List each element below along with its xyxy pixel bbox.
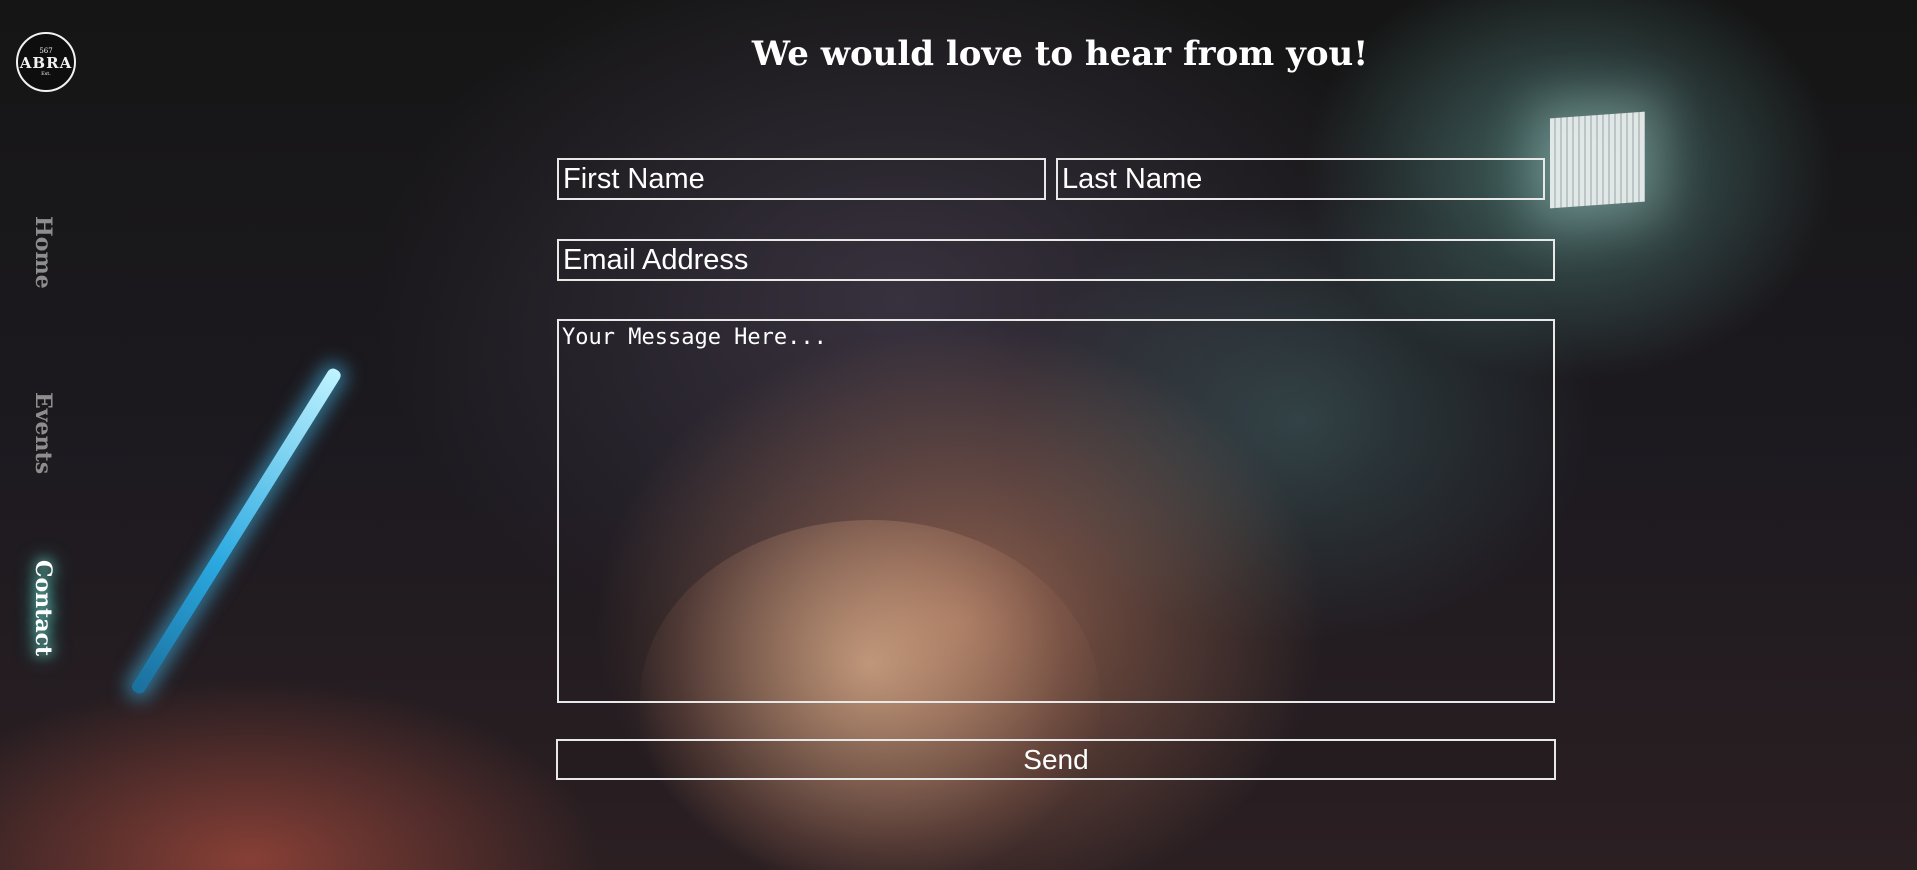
page-title: We would love to hear from you! xyxy=(751,34,1369,74)
message-textarea[interactable] xyxy=(557,319,1555,703)
send-button[interactable]: Send xyxy=(556,739,1556,780)
nav-item-contact-label: Contact xyxy=(30,559,56,657)
first-name-input[interactable] xyxy=(557,158,1046,200)
logo-word: ABRA xyxy=(19,54,73,72)
nav-item-events[interactable]: Events xyxy=(20,388,66,478)
nav-item-events-label: Events xyxy=(30,391,56,475)
nav-item-home-label: Home xyxy=(30,216,56,289)
email-input[interactable] xyxy=(557,239,1555,281)
last-name-input[interactable] xyxy=(1056,158,1545,200)
nav-item-home[interactable]: Home xyxy=(20,215,66,290)
logo-tagline: Est. xyxy=(41,71,51,77)
contact-page: 567 ABRA Est. Home Events Contact We wou… xyxy=(0,0,1917,870)
brand-logo[interactable]: 567 ABRA Est. xyxy=(16,32,76,92)
background-led-panel xyxy=(1550,111,1645,209)
nav-item-contact[interactable]: Contact xyxy=(20,558,66,658)
background-light-stick xyxy=(129,366,343,696)
